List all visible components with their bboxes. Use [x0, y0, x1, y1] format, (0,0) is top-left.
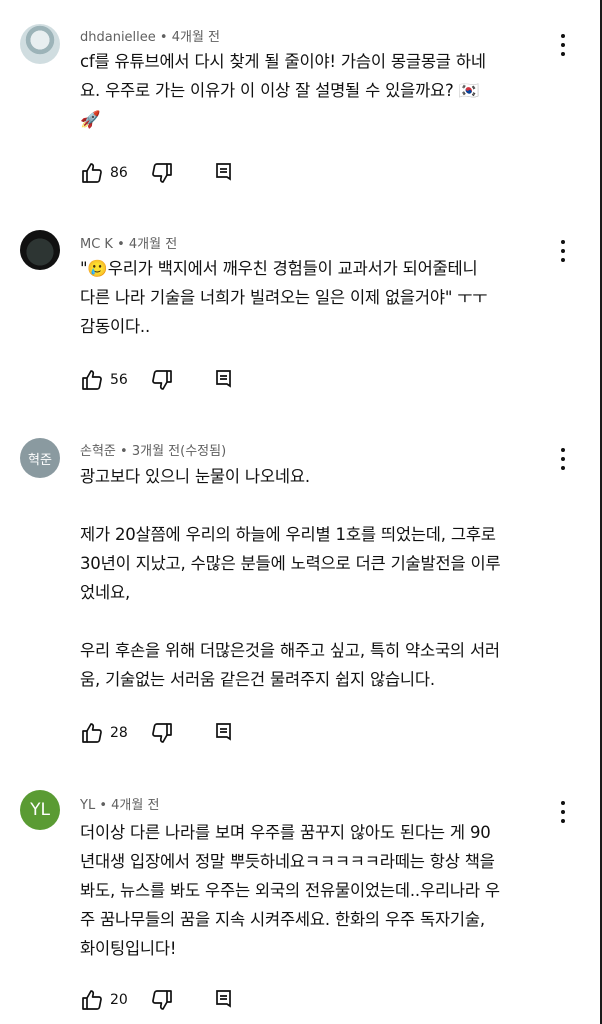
more-vert-icon[interactable]	[556, 448, 570, 470]
comment-meta: dhdaniellee • 4개월 전	[80, 26, 220, 45]
thumb-up-icon	[82, 370, 102, 390]
meta-separator: •	[117, 237, 125, 252]
dislike-button[interactable]	[150, 161, 174, 185]
comment-meta: 손혁준 • 3개월 전(수정됨)	[80, 440, 226, 459]
avatar[interactable]	[20, 230, 60, 270]
dislike-button[interactable]	[150, 721, 174, 745]
comment-actions: 86	[80, 161, 236, 185]
thumb-up-icon	[82, 990, 102, 1010]
comment-author[interactable]: YL	[80, 798, 95, 813]
comment-time[interactable]: 4개월 전	[111, 798, 159, 813]
thumb-down-icon	[152, 163, 172, 183]
thumb-up-icon	[82, 723, 102, 743]
thumb-down-icon	[152, 723, 172, 743]
meta-separator: •	[99, 798, 107, 813]
avatar-initials: 혁준	[28, 452, 52, 468]
like-count: 28	[110, 725, 128, 741]
reply-button[interactable]	[212, 721, 236, 745]
meta-separator: •	[120, 444, 128, 459]
comment-actions: 28	[80, 721, 236, 745]
avatar[interactable]: 혁준	[20, 438, 60, 478]
like-count: 20	[110, 992, 128, 1008]
comment-time[interactable]: 4개월 전	[129, 237, 177, 252]
comment-text: "🥲우리가 백지에서 깨우친 경험들이 교과서가 되어줄테니 다른 나라 기술을…	[80, 259, 488, 336]
like-button[interactable]: 20	[80, 988, 150, 1012]
like-button[interactable]: 28	[80, 721, 150, 745]
more-vert-icon[interactable]	[556, 801, 570, 823]
comment-author[interactable]: 손혁준	[80, 444, 116, 459]
like-count: 86	[110, 165, 128, 181]
dislike-button[interactable]	[150, 368, 174, 392]
comment-text: 광고보다 있으니 눈물이 나오네요. 제가 20살쯤에 우리의 하늘에 우리별 …	[80, 467, 501, 689]
comment-author[interactable]: MC K	[80, 237, 113, 252]
reply-button[interactable]	[212, 161, 236, 185]
like-button[interactable]: 56	[80, 368, 150, 392]
reply-icon	[216, 370, 231, 388]
thumb-down-icon	[152, 990, 172, 1010]
comment-text: cf를 유튜브에서 다시 찾게 될 줄이야! 가슴이 몽글몽글 하네 요. 우주…	[80, 52, 486, 129]
comment-time[interactable]: 3개월 전(수정됨)	[132, 444, 226, 459]
reply-icon	[216, 990, 231, 1008]
comment-actions: 20	[80, 988, 236, 1012]
comment-meta: YL • 4개월 전	[80, 794, 159, 813]
comment-meta: MC K • 4개월 전	[80, 233, 177, 252]
dislike-button[interactable]	[150, 988, 174, 1012]
like-button[interactable]: 86	[80, 161, 150, 185]
comment-text: 더이상 다른 나라를 보며 우주를 꿈꾸지 않아도 된다는 게 90 년대생 입…	[80, 823, 500, 958]
avatar[interactable]: YL	[20, 790, 60, 830]
reply-icon	[216, 723, 231, 741]
like-count: 56	[110, 372, 128, 388]
more-vert-icon[interactable]	[556, 240, 570, 262]
more-vert-icon[interactable]	[556, 34, 570, 56]
thumb-up-icon	[82, 163, 102, 183]
avatar-initials: YL	[30, 800, 50, 820]
reply-button[interactable]	[212, 988, 236, 1012]
thumb-down-icon	[152, 370, 172, 390]
comment-actions: 56	[80, 368, 236, 392]
avatar[interactable]	[20, 24, 60, 64]
comment-time[interactable]: 4개월 전	[172, 30, 220, 45]
reply-button[interactable]	[212, 368, 236, 392]
reply-icon	[216, 163, 231, 181]
comment-author[interactable]: dhdaniellee	[80, 30, 156, 45]
meta-separator: •	[159, 30, 168, 45]
